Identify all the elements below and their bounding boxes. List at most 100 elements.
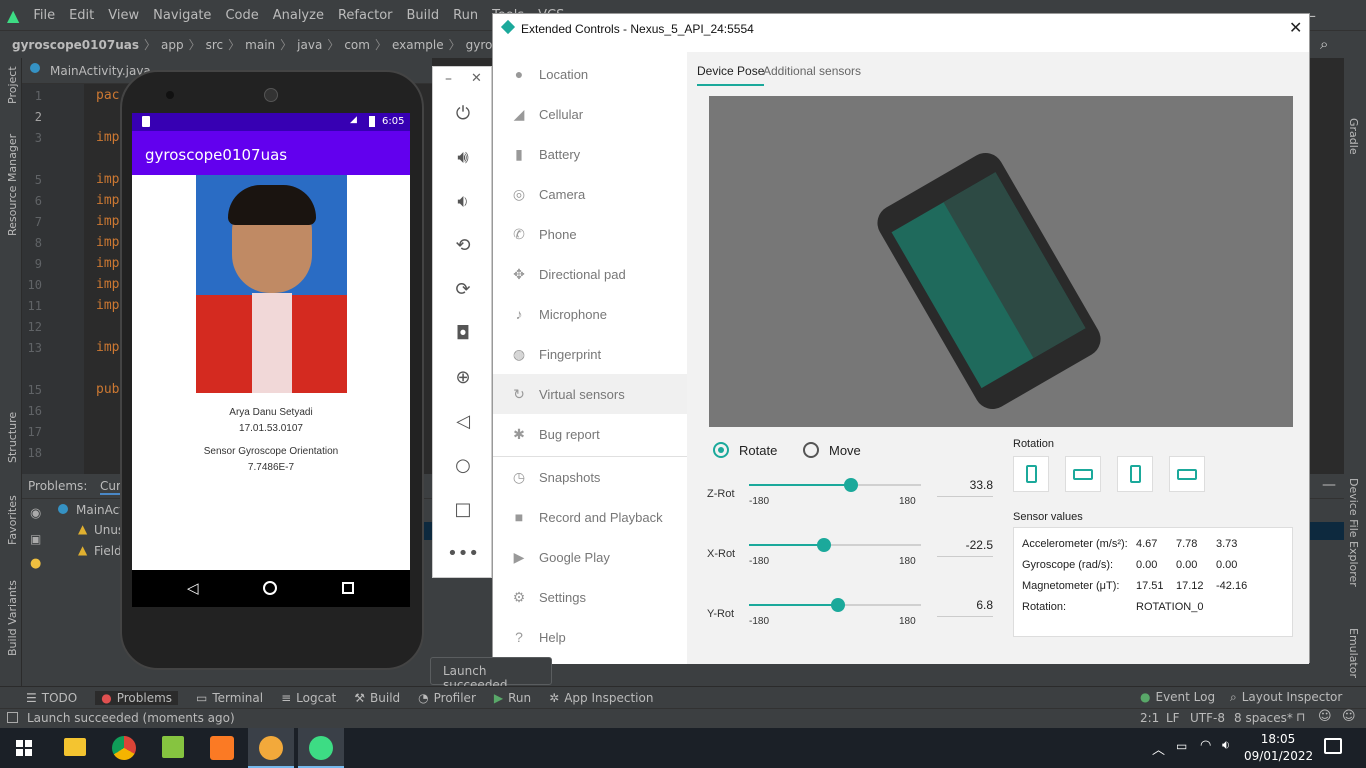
menu-analyze[interactable]: Analyze bbox=[266, 8, 331, 23]
move-radio[interactable] bbox=[803, 442, 819, 458]
breadcrumb-src[interactable]: src bbox=[206, 38, 224, 52]
tray-clock-time[interactable]: 18:05 bbox=[1248, 732, 1308, 746]
face-icon[interactable]: ☺ bbox=[1318, 709, 1332, 724]
tool-project[interactable]: Project bbox=[6, 66, 19, 104]
breadcrumb-com[interactable]: com bbox=[344, 38, 370, 52]
sidebar-item-location[interactable]: ● Location bbox=[493, 54, 687, 94]
z-rot-value[interactable]: 33.8 bbox=[937, 478, 993, 497]
tool-profiler[interactable]: ◔ Profiler bbox=[418, 691, 476, 705]
tool-problems[interactable]: ● Problems bbox=[95, 690, 179, 705]
action-center-icon[interactable] bbox=[1324, 738, 1342, 754]
lock-icon[interactable]: ⊓ bbox=[1296, 710, 1305, 724]
sidebar-item-battery[interactable]: ▮ Battery bbox=[493, 134, 687, 174]
tool-emulator[interactable]: Emulator bbox=[1347, 628, 1360, 678]
rotate-reverse-landscape-button[interactable] bbox=[1169, 456, 1205, 492]
tool-layout-inspector[interactable]: ⌕ Layout Inspector bbox=[1230, 690, 1342, 705]
tool-event-log[interactable]: ● Event Log bbox=[1140, 690, 1215, 704]
eye-icon[interactable]: ◉ bbox=[30, 506, 41, 521]
problems-tab-current[interactable]: Cur bbox=[100, 479, 121, 495]
sidebar-item-camera[interactable]: ◎ Camera bbox=[493, 174, 687, 214]
android-studio-taskbar[interactable] bbox=[298, 728, 344, 768]
y-rot-slider[interactable] bbox=[749, 598, 921, 612]
x-rot-slider[interactable] bbox=[749, 538, 921, 552]
menu-build[interactable]: Build bbox=[400, 8, 447, 23]
breadcrumb-main[interactable]: main bbox=[245, 38, 275, 52]
menu-file[interactable]: File bbox=[26, 8, 62, 23]
sidebar-item-settings[interactable]: ⚙ Settings bbox=[493, 577, 687, 617]
rotate-right-icon[interactable]: ⟳ bbox=[451, 277, 475, 301]
sidebar-item-record-playback[interactable]: ■ Record and Playback bbox=[493, 497, 687, 537]
status-toggle-icon[interactable] bbox=[7, 712, 18, 723]
taskbar-app-active[interactable] bbox=[248, 728, 294, 768]
problem-file-row[interactable]: MainAct bbox=[76, 503, 124, 517]
zoom-icon[interactable]: ⊕ bbox=[451, 365, 475, 389]
breadcrumb-app[interactable]: app bbox=[161, 38, 184, 52]
volume-up-icon[interactable]: 🔊︎ bbox=[451, 145, 475, 169]
sidebar-item-phone[interactable]: ✆ Phone bbox=[493, 214, 687, 254]
slider-thumb[interactable] bbox=[831, 598, 846, 612]
minimize-emulator-icon[interactable]: – bbox=[445, 71, 452, 87]
back-nav-icon[interactable]: ◁ bbox=[187, 579, 199, 597]
home-nav-icon[interactable] bbox=[263, 581, 277, 595]
tool-favorites[interactable]: Favorites bbox=[6, 495, 19, 545]
sidebar-item-google-play[interactable]: ▶ Google Play bbox=[493, 537, 687, 577]
search-icon[interactable]: ⌕ bbox=[1320, 35, 1328, 53]
sidebar-item-fingerprint[interactable]: ◍ Fingerprint bbox=[493, 334, 687, 374]
overview-icon[interactable]: □ bbox=[451, 497, 475, 521]
breadcrumb-java[interactable]: java bbox=[297, 38, 322, 52]
back-icon[interactable]: ◁ bbox=[451, 409, 475, 433]
tool-app-inspection[interactable]: ✲ App Inspection bbox=[549, 691, 653, 705]
menu-code[interactable]: Code bbox=[218, 8, 265, 23]
notepad-plus-icon[interactable] bbox=[162, 736, 184, 758]
home-icon[interactable]: ○ bbox=[451, 453, 475, 477]
menu-edit[interactable]: Edit bbox=[62, 8, 101, 23]
rotate-reverse-portrait-button[interactable] bbox=[1117, 456, 1153, 492]
windows-start-icon[interactable] bbox=[16, 740, 32, 756]
tool-todo[interactable]: ☰ TODO bbox=[26, 691, 77, 705]
minimize-panel-icon[interactable]: — bbox=[1322, 477, 1336, 493]
rotate-landscape-button[interactable] bbox=[1065, 456, 1101, 492]
power-icon[interactable]: ⏻ bbox=[451, 101, 475, 125]
tool-resource-manager[interactable]: Resource Manager bbox=[6, 134, 19, 236]
tray-chevron-up-icon[interactable]: ︿ bbox=[1152, 739, 1165, 758]
z-rot-slider[interactable] bbox=[749, 478, 921, 492]
menu-run[interactable]: Run bbox=[446, 8, 485, 23]
sidebar-item-snapshots[interactable]: ◷ Snapshots bbox=[493, 457, 687, 497]
layout-icon[interactable]: ▣ bbox=[30, 532, 41, 546]
menu-refactor[interactable]: Refactor bbox=[331, 8, 400, 23]
menu-view[interactable]: View bbox=[101, 8, 146, 23]
device-pose-viewport[interactable] bbox=[709, 96, 1293, 427]
close-icon[interactable]: ✕ bbox=[1289, 18, 1302, 38]
notifications-icon[interactable]: ☺ bbox=[1342, 709, 1356, 724]
indent-setting[interactable]: 8 spaces* bbox=[1234, 711, 1293, 725]
more-icon[interactable]: ••• bbox=[447, 541, 479, 565]
volume-down-icon[interactable]: 🔉︎ bbox=[451, 189, 475, 213]
battery-tray-icon[interactable]: ▭ bbox=[1176, 739, 1187, 753]
sidebar-item-virtual-sensors[interactable]: ↻ Virtual sensors bbox=[493, 374, 687, 414]
breadcrumb-example[interactable]: example bbox=[392, 38, 444, 52]
tray-clock-date[interactable]: 09/01/2022 bbox=[1244, 749, 1313, 763]
tab-additional-sensors[interactable]: Additional sensors bbox=[763, 64, 861, 78]
tool-device-file-explorer[interactable]: Device File Explorer bbox=[1347, 478, 1360, 587]
wifi-icon[interactable]: ◠ bbox=[1200, 738, 1211, 753]
sidebar-item-bug-report[interactable]: ✱ Bug report bbox=[493, 414, 687, 454]
close-emulator-icon[interactable]: ✕ bbox=[471, 71, 482, 86]
tool-build-variants[interactable]: Build Variants bbox=[6, 580, 19, 656]
tool-structure[interactable]: Structure bbox=[6, 412, 19, 463]
tool-terminal[interactable]: ▭ Terminal bbox=[196, 691, 263, 705]
sidebar-item-help[interactable]: ? Help bbox=[493, 617, 687, 657]
tool-run[interactable]: ▶ Run bbox=[494, 691, 531, 705]
recents-nav-icon[interactable] bbox=[342, 582, 354, 594]
rotate-radio[interactable] bbox=[713, 442, 729, 458]
tab-device-pose[interactable]: Device Pose bbox=[697, 64, 765, 86]
tool-gradle[interactable]: Gradle bbox=[1347, 118, 1360, 155]
file-explorer-icon[interactable] bbox=[64, 738, 86, 756]
slider-thumb[interactable] bbox=[817, 538, 832, 552]
tool-logcat[interactable]: ≡ Logcat bbox=[281, 691, 336, 705]
tool-build[interactable]: ⚒ Build bbox=[354, 691, 400, 705]
screenshot-camera-icon[interactable]: ◘ bbox=[451, 321, 475, 345]
file-encoding[interactable]: UTF-8 bbox=[1190, 711, 1225, 725]
lightbulb-icon[interactable]: ● bbox=[30, 556, 41, 571]
y-rot-value[interactable]: 6.8 bbox=[937, 598, 993, 617]
rotate-portrait-button[interactable] bbox=[1013, 456, 1049, 492]
